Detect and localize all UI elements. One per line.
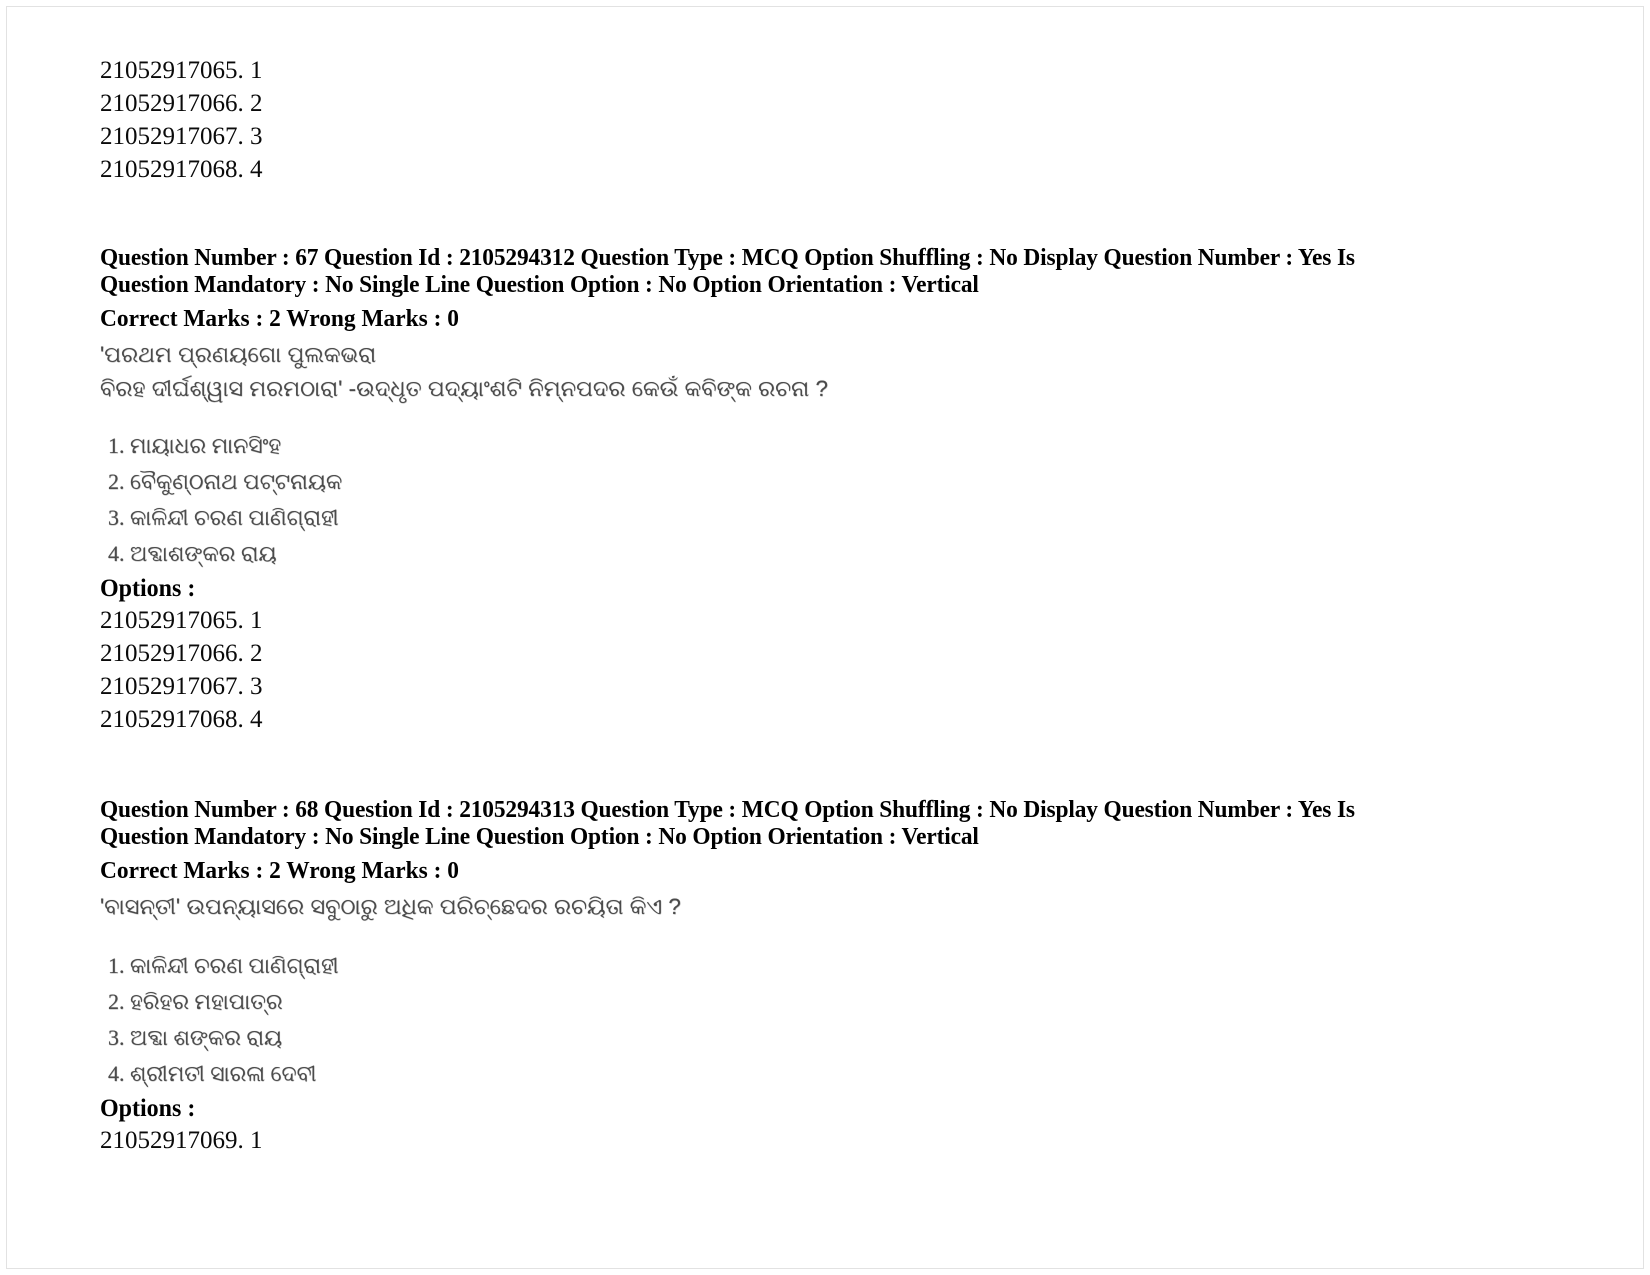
page-content: 21052917065. 1 21052917066. 2 2105291706…	[100, 0, 1590, 1157]
option-id: 21052917065.	[100, 57, 244, 84]
option-id-row: 21052917066. 2	[100, 87, 1590, 120]
option-id-row: 21052917068. 4	[100, 703, 1590, 736]
previous-question-options-list: 21052917065. 1 21052917066. 2 2105291706…	[100, 54, 1590, 186]
option-id-row: 21052917067. 3	[100, 670, 1590, 703]
options-id-list: 21052917065. 1 21052917066. 2 2105291706…	[100, 604, 1590, 736]
document-page: 21052917065. 1 21052917066. 2 2105291706…	[0, 0, 1650, 1275]
marks-line: Correct Marks : 2 Wrong Marks : 0	[100, 857, 459, 884]
question-block-68: Question Number : 68 Question Id : 21052…	[100, 796, 1590, 1157]
question-text-line-1: 'ପରଥମ ପ୍ରଣୟଗୋ ପୁଲକଭରା	[100, 342, 377, 367]
choice-item: 2. ହରିହର ମହାପାତ୍ର	[108, 984, 1590, 1020]
choice-number: 3.	[108, 1025, 125, 1050]
choice-list: 1. ମାୟାଧର ମାନସିଂହ 2. ବୈକୁଣ୍ଠନାଥ ପଟ୍ଟନାୟକ…	[108, 428, 1590, 572]
choice-item: 4. ଶ୍ରୀମତୀ ସାରଳା ଦେବୀ	[108, 1056, 1590, 1092]
choice-item: 4. ଅବ୍ଦାଶଙ୍କର ରାୟ	[108, 536, 1590, 572]
question-header-line-1: Question Number : 68 Question Id : 21052…	[100, 796, 1355, 823]
question-header-line-1: Question Number : 67 Question Id : 21052…	[100, 244, 1355, 271]
choice-item: 3. ଅବ୍ଦା ଶଙ୍କର ରାୟ	[108, 1020, 1590, 1056]
choice-number: 4.	[108, 541, 125, 566]
option-id-row: 21052917069. 1	[100, 1124, 1590, 1157]
option-value: 2	[250, 90, 263, 117]
option-value: 4	[250, 156, 263, 183]
choice-item: 1. କାଳିନ୍ଦୀ ଚରଣ ପାଣିଗ୍ରାହୀ	[108, 948, 1590, 984]
choice-number: 1.	[108, 953, 125, 978]
option-id-row: 21052917067. 3	[100, 120, 1590, 153]
option-id: 21052917065.	[100, 607, 244, 634]
choice-text: ହରିହର ମହାପାତ୍ର	[130, 989, 283, 1014]
choice-list: 1. କାଳିନ୍ଦୀ ଚରଣ ପାଣିଗ୍ରାହୀ 2. ହରିହର ମହାପ…	[108, 948, 1590, 1092]
options-label: Options :	[100, 575, 196, 602]
choice-text: କାଳିନ୍ଦୀ ଚରଣ ପାଣିଗ୍ରାହୀ	[130, 953, 339, 978]
question-block-67: Question Number : 67 Question Id : 21052…	[100, 244, 1590, 736]
choice-number: 3.	[108, 505, 125, 530]
choice-text: ବୈକୁଣ୍ଠନାଥ ପଟ୍ଟନାୟକ	[130, 469, 343, 494]
option-value: 1	[250, 57, 263, 84]
choice-text: ଅବ୍ଦାଶଙ୍କର ରାୟ	[130, 541, 277, 566]
option-id: 21052917069.	[100, 1127, 244, 1154]
option-value: 3	[250, 673, 263, 700]
question-header-line-2: Question Mandatory : No Single Line Ques…	[100, 823, 979, 850]
option-id: 21052917068.	[100, 156, 244, 183]
option-id: 21052917067.	[100, 673, 244, 700]
choice-number: 1.	[108, 433, 125, 458]
choice-item: 2. ବୈକୁଣ୍ଠନାଥ ପଟ୍ଟନାୟକ	[108, 464, 1590, 500]
choice-number: 2.	[108, 469, 125, 494]
choice-text: ଅବ୍ଦା ଶଙ୍କର ରାୟ	[130, 1025, 283, 1050]
question-text-line-1: 'ବାସନ୍ତୀ' ଉପନ୍ୟାସରେ ସବୁଠାରୁ ଅଧିକ ପରିଚ୍ଛେ…	[100, 894, 681, 919]
option-id-row: 21052917065. 1	[100, 604, 1590, 637]
option-id: 21052917066.	[100, 90, 244, 117]
choice-text: କାଳିନ୍ଦୀ ଚରଣ ପାଣିଗ୍ରାହୀ	[130, 505, 339, 530]
choice-item: 1. ମାୟାଧର ମାନସିଂହ	[108, 428, 1590, 464]
question-header-line-2: Question Mandatory : No Single Line Ques…	[100, 271, 979, 298]
option-value: 3	[250, 123, 263, 150]
marks-line: Correct Marks : 2 Wrong Marks : 0	[100, 305, 459, 332]
option-id-row: 21052917066. 2	[100, 637, 1590, 670]
option-value: 2	[250, 640, 263, 667]
options-id-list: 21052917069. 1	[100, 1124, 1590, 1157]
option-id-row: 21052917068. 4	[100, 153, 1590, 186]
option-value: 4	[250, 706, 263, 733]
options-label: Options :	[100, 1095, 196, 1122]
option-id: 21052917068.	[100, 706, 244, 733]
option-value: 1	[250, 1127, 263, 1154]
question-text-line-2: ବିରହ ଦୀର୍ଘଶ୍ୱାସ ମରମଠାରା' -ଉଦ୍ଧୃତ ପଦ୍ୟାଂଶ…	[100, 376, 829, 401]
choice-number: 2.	[108, 989, 125, 1014]
choice-number: 4.	[108, 1061, 125, 1086]
choice-item: 3. କାଳିନ୍ଦୀ ଚରଣ ପାଣିଗ୍ରାହୀ	[108, 500, 1590, 536]
option-id: 21052917066.	[100, 640, 244, 667]
option-id-row: 21052917065. 1	[100, 54, 1590, 87]
choice-text: ଶ୍ରୀମତୀ ସାରଳା ଦେବୀ	[130, 1061, 317, 1086]
option-value: 1	[250, 607, 263, 634]
choice-text: ମାୟାଧର ମାନସିଂହ	[130, 433, 282, 458]
option-id: 21052917067.	[100, 123, 244, 150]
